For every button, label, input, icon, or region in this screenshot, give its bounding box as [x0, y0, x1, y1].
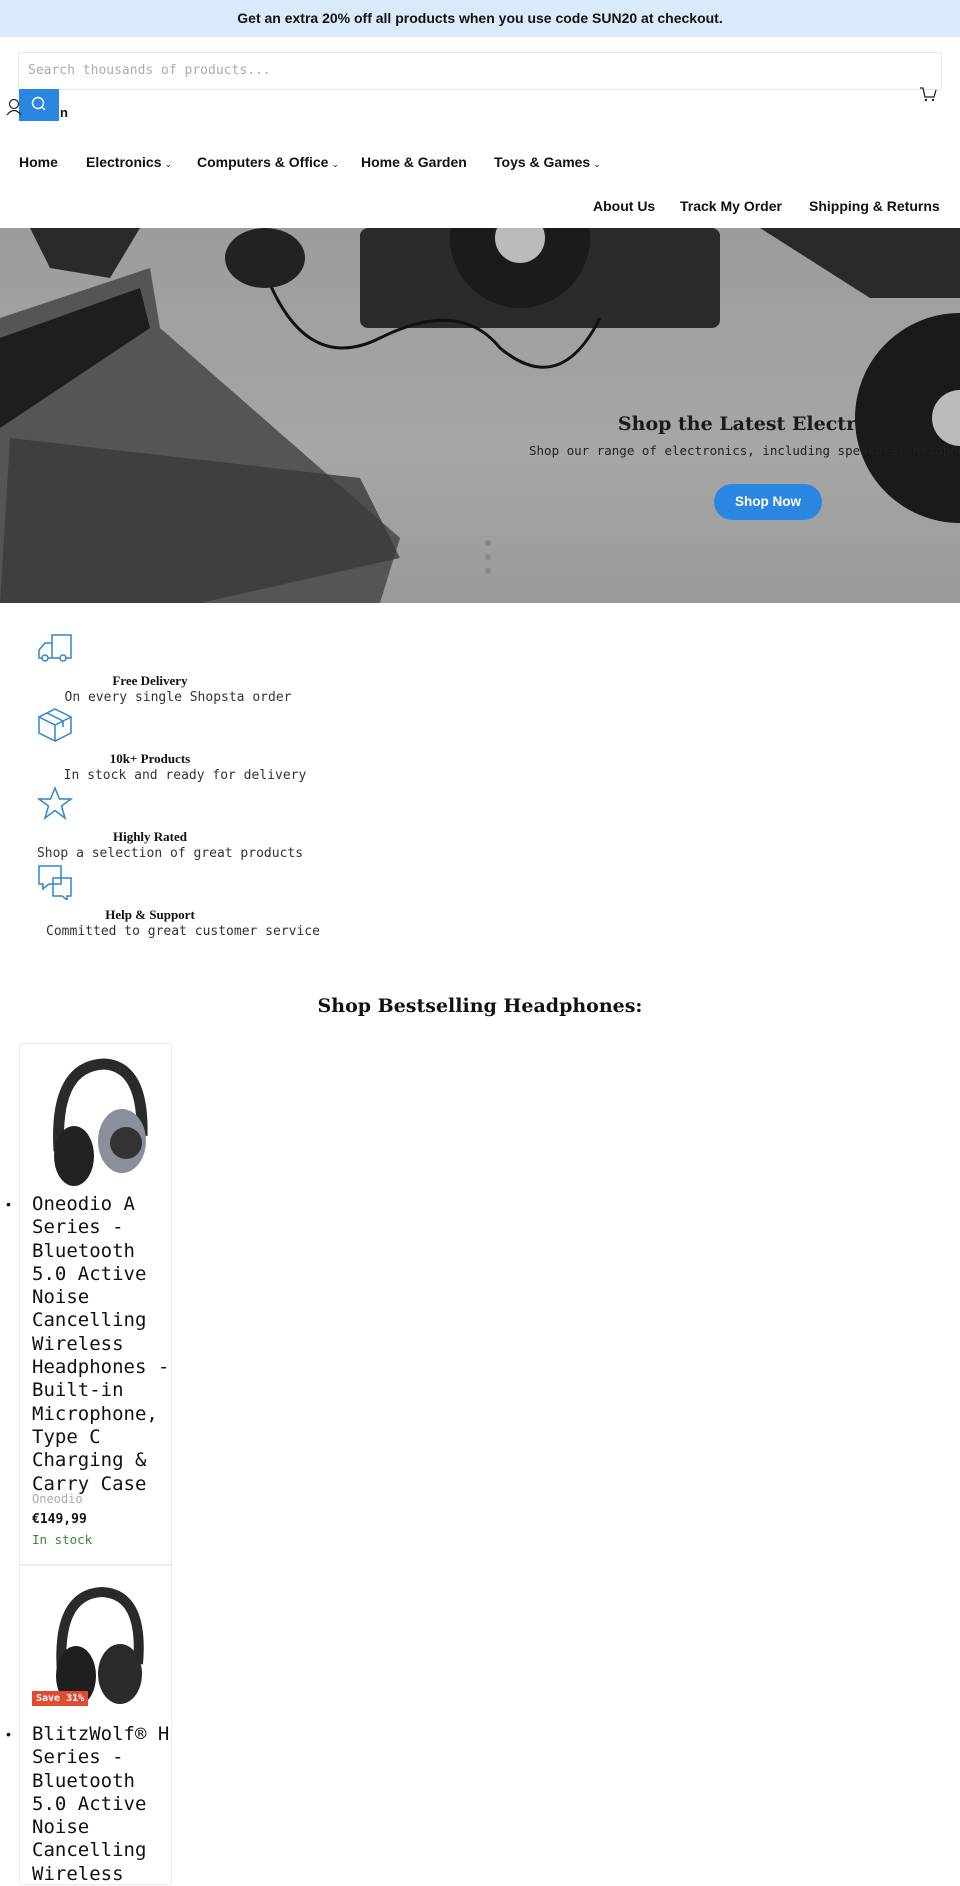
nav-label: Home & Garden [361, 154, 467, 170]
slide-dot-3[interactable] [485, 568, 491, 574]
product-image[interactable] [44, 1056, 149, 1186]
stock-status: In stock [32, 1532, 93, 1547]
feature-title: Free Delivery [112, 673, 188, 688]
feature-title: Help & Support [105, 907, 195, 922]
truck-icon [38, 634, 72, 662]
nav-toys-games[interactable]: Toys & Games ⌄ [494, 154, 601, 170]
nav-home[interactable]: Home [19, 154, 58, 170]
promo-banner: Get an extra 20% off all products when y… [0, 0, 960, 37]
nav-label: About Us [593, 198, 656, 214]
nav-shipping-returns[interactable]: Shipping & Returns [809, 198, 940, 214]
product-card[interactable]: Save 31% • BlitzWolf® H Series - Bluetoo… [6, 1565, 172, 1886]
nav-label: Track My Order [680, 198, 782, 214]
product-card[interactable]: • Oneodio A Series - Bluetooth 5.0 Activ… [6, 1043, 172, 1565]
hero-title: Shop the Latest Electronics [617, 413, 913, 435]
box-icon [38, 708, 72, 742]
nav-computers-office[interactable]: Computers & Office ⌄ [197, 154, 339, 170]
feature-title: 10k+ Products [109, 751, 191, 766]
search-button[interactable] [19, 89, 59, 121]
product-title[interactable]: Oneodio A Series - Bluetooth 5.0 Active … [32, 1193, 172, 1496]
chevron-down-icon: ⌄ [164, 159, 173, 169]
feature-desc: In stock and ready for delivery [63, 768, 307, 783]
hero-subtitle: Shop our range of electronics, including… [529, 443, 960, 458]
product-vendor: Oneodio [32, 1492, 83, 1506]
feature-title: Highly Rated [112, 829, 188, 844]
chat-icon [38, 865, 72, 900]
shop-now-button[interactable]: Shop Now [714, 484, 822, 520]
nav-label: Home [19, 154, 58, 170]
product-price: €149,99 [32, 1512, 87, 1527]
sale-badge: Save 31% [32, 1691, 89, 1706]
chevron-down-icon: ⌄ [331, 159, 340, 169]
feature-desc: On every single Shopsta order [64, 690, 292, 705]
nav-label: Shipping & Returns [809, 198, 940, 214]
promo-text: Get an extra 20% off all products when y… [237, 10, 723, 26]
slide-dot-2[interactable] [485, 554, 491, 560]
section-title: Shop Bestselling Headphones: [317, 995, 643, 1017]
product-title[interactable]: BlitzWolf® H Series - Bluetooth 5.0 Acti… [32, 1723, 172, 1886]
list-bullet: • [6, 1196, 11, 1212]
star-icon [37, 786, 73, 820]
nav-home-garden[interactable]: Home & Garden [361, 154, 467, 170]
chevron-down-icon: ⌄ [593, 159, 601, 169]
list-bullet: • [6, 1726, 11, 1742]
hero-slider: Shop the Latest Electronics Shop our ran… [0, 228, 960, 603]
nav-track-order[interactable]: Track My Order [680, 198, 782, 214]
nav-electronics[interactable]: Electronics ⌄ [86, 154, 172, 170]
nav-label: Computers & Office [197, 154, 329, 170]
account-link[interactable]: n [60, 105, 68, 120]
nav-label: Toys & Games [494, 154, 591, 170]
feature-desc: Committed to great customer service [46, 924, 320, 939]
feature-desc: Shop a selection of great products [36, 846, 304, 861]
search-icon [31, 96, 46, 111]
user-icon[interactable] [6, 98, 22, 116]
nav-about-us[interactable]: About Us [593, 198, 655, 214]
slide-dot-1[interactable] [485, 540, 491, 546]
nav-label: Electronics [86, 154, 162, 170]
search-input[interactable]: Search thousands of products... [18, 52, 942, 90]
cart-icon[interactable] [919, 86, 937, 102]
